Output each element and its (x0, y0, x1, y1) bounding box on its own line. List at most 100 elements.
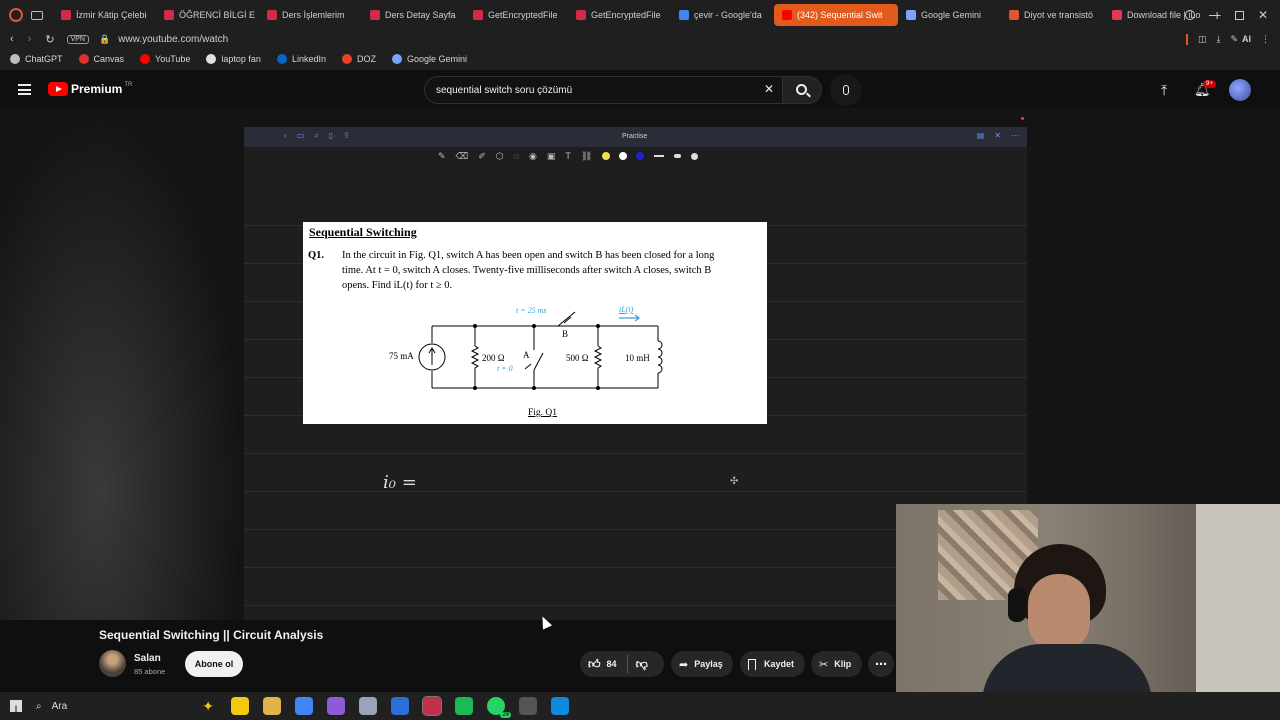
browser-tab[interactable]: Google Gemini (898, 0, 1001, 30)
taskbar-app-icon[interactable] (327, 697, 345, 715)
pen-color-swatch[interactable] (636, 152, 645, 160)
medium-stroke-option[interactable] (674, 154, 682, 158)
taskbar-app-icon[interactable]: 24 (487, 697, 511, 718)
like-button[interactable]: 👍︎ 84 (588, 657, 617, 672)
more-options-icon[interactable]: ⋯ (1011, 131, 1019, 140)
channel-name[interactable]: Salan (134, 653, 161, 664)
laser-pointer-icon[interactable]: ◉ (529, 151, 537, 162)
tab-favicon-icon (164, 10, 174, 20)
search-input[interactable]: sequential switch soru çözümü (424, 76, 788, 104)
bookmark-item[interactable]: YouTube (140, 54, 190, 64)
browser-tab[interactable]: Ders İşlemlerim (259, 0, 362, 30)
create-upload-icon[interactable]: ⤒ (1161, 82, 1167, 99)
subscribe-button[interactable]: Abone ol (185, 651, 243, 677)
link-tool-icon[interactable]: ⛓ (581, 151, 592, 162)
hamburger-menu-icon[interactable] (18, 84, 31, 95)
find-icon[interactable]: ⌕ (314, 131, 318, 141)
like-count: 84 (606, 659, 617, 669)
taskbar-search-icon: ⌕ (36, 700, 42, 712)
highlighter-tool-icon[interactable]: ✐ (478, 151, 486, 162)
tab-search-icon[interactable] (1184, 10, 1195, 20)
current-label: iL(t) (619, 305, 634, 314)
browser-tab[interactable]: Diyot ve transistö (1001, 0, 1104, 30)
eraser-tool-icon[interactable]: ⌫ (456, 151, 469, 162)
text-tool-icon[interactable]: T (565, 151, 571, 161)
close-doc-icon[interactable]: ✕ (994, 131, 1001, 140)
bookmark-item[interactable]: LinkedIn (276, 54, 326, 64)
lock-icon[interactable]: 🔒 (99, 34, 110, 45)
browser-tab[interactable]: (342) Sequential Swit (774, 4, 898, 26)
close-window-button[interactable]: ✕ (1258, 8, 1268, 22)
pen-color-swatch[interactable] (619, 152, 628, 160)
downloads-icon[interactable]: ⤓ (1216, 34, 1220, 45)
bookmark-item[interactable]: laptop fan (206, 54, 261, 64)
lasso-tool-icon[interactable]: ◌ (514, 151, 519, 161)
browser-tab[interactable]: İzmir Kâtip Çelebi (53, 0, 156, 30)
voice-search-button[interactable] (830, 74, 862, 106)
browser-tab[interactable]: GetEncryptedFile (465, 0, 568, 30)
browser-tab[interactable]: çevir - Google'da (671, 0, 774, 30)
tab-workspaces-icon[interactable] (31, 10, 43, 20)
share-doc-icon[interactable]: ⇪ (343, 131, 350, 141)
taskbar-app-icon[interactable] (391, 697, 409, 715)
browser-tab[interactable]: Ders Detay Sayfa (362, 0, 465, 30)
opera-logo-icon[interactable] (9, 8, 23, 22)
taskbar-app-icon[interactable] (263, 697, 281, 715)
menu-icon[interactable]: ⋮ (1261, 34, 1270, 45)
bookmark-item[interactable]: DOZ (341, 54, 376, 64)
copilot-sparkle-icon[interactable]: ✦ (202, 698, 214, 715)
bookmark-item[interactable]: ChatGPT (10, 54, 63, 64)
share-button[interactable]: ➦ Paylaş (671, 651, 733, 677)
minimize-button[interactable] (1208, 14, 1219, 16)
account-avatar[interactable] (1229, 79, 1251, 101)
browser-tab[interactable]: ÖĞRENCİ BİLGİ E (156, 0, 259, 30)
bookmark-icon[interactable]: ▯ (329, 131, 333, 141)
document-title[interactable]: Practise (622, 133, 647, 140)
youtube-logo[interactable]: Premium TR (48, 82, 132, 96)
recording-dot (1021, 117, 1024, 120)
taskbar-app-icon[interactable] (519, 697, 537, 715)
dislike-button[interactable]: 👎︎ (636, 657, 648, 672)
forward-icon[interactable]: › (28, 33, 32, 45)
pages-icon[interactable]: ▭ (297, 131, 305, 141)
pen-color-swatch[interactable] (602, 152, 611, 160)
windows-start-icon[interactable] (10, 700, 22, 712)
bookmark-item[interactable]: Google Gemini (391, 54, 467, 64)
r1-label: 200 Ω (482, 353, 505, 363)
taskbar-app-icon[interactable] (359, 697, 377, 715)
image-tool-icon[interactable]: ▣ (547, 151, 556, 162)
easy-setup-icon[interactable]: ✎ (1230, 34, 1238, 45)
clip-label: Klip (834, 659, 852, 669)
search-button[interactable] (782, 76, 822, 104)
aria-ai-button[interactable]: AI (1242, 34, 1251, 44)
webcam-door (1196, 504, 1280, 720)
more-actions-button[interactable]: ⋯ (868, 651, 894, 677)
channel-avatar[interactable] (99, 650, 126, 677)
pen-tool-icon[interactable]: ✎ (438, 151, 446, 162)
add-page-icon[interactable]: ▤ (977, 131, 985, 140)
snapshot-icon[interactable]: ◫ (1198, 34, 1207, 45)
microphone-icon (843, 85, 849, 95)
back-icon[interactable]: ‹ (10, 33, 14, 45)
taskbar-app-icon[interactable] (231, 697, 249, 715)
taskbar-app-icon[interactable] (455, 697, 473, 715)
vpn-badge[interactable]: VPN (66, 34, 89, 44)
taskbar-search[interactable]: ⌕ Ara ✦ (36, 695, 214, 717)
reload-icon[interactable]: ↻ (45, 33, 54, 46)
back-nav-icon[interactable]: ‹ (284, 131, 287, 141)
shapes-tool-icon[interactable]: ⬡ (496, 151, 504, 162)
save-button[interactable]: Kaydet (740, 651, 805, 677)
maximize-button[interactable] (1234, 10, 1244, 20)
pinboard-icon[interactable] (1185, 33, 1188, 45)
url-field[interactable]: www.youtube.com/watch (118, 34, 228, 45)
clip-button[interactable]: ✂ Klip (811, 651, 862, 677)
taskbar-app-icon[interactable] (551, 697, 569, 715)
browser-tab[interactable]: GetEncryptedFile (568, 0, 671, 30)
windows-taskbar: ⌕ Ara ✦ 24 (0, 692, 1280, 720)
taskbar-app-icon[interactable] (295, 697, 313, 715)
thick-stroke-option[interactable] (691, 152, 699, 160)
clear-search-icon[interactable]: ✕ (764, 82, 774, 96)
taskbar-app-icon[interactable] (422, 696, 442, 716)
bookmark-item[interactable]: Canvas (78, 54, 124, 64)
thin-stroke-option[interactable] (654, 155, 665, 157)
